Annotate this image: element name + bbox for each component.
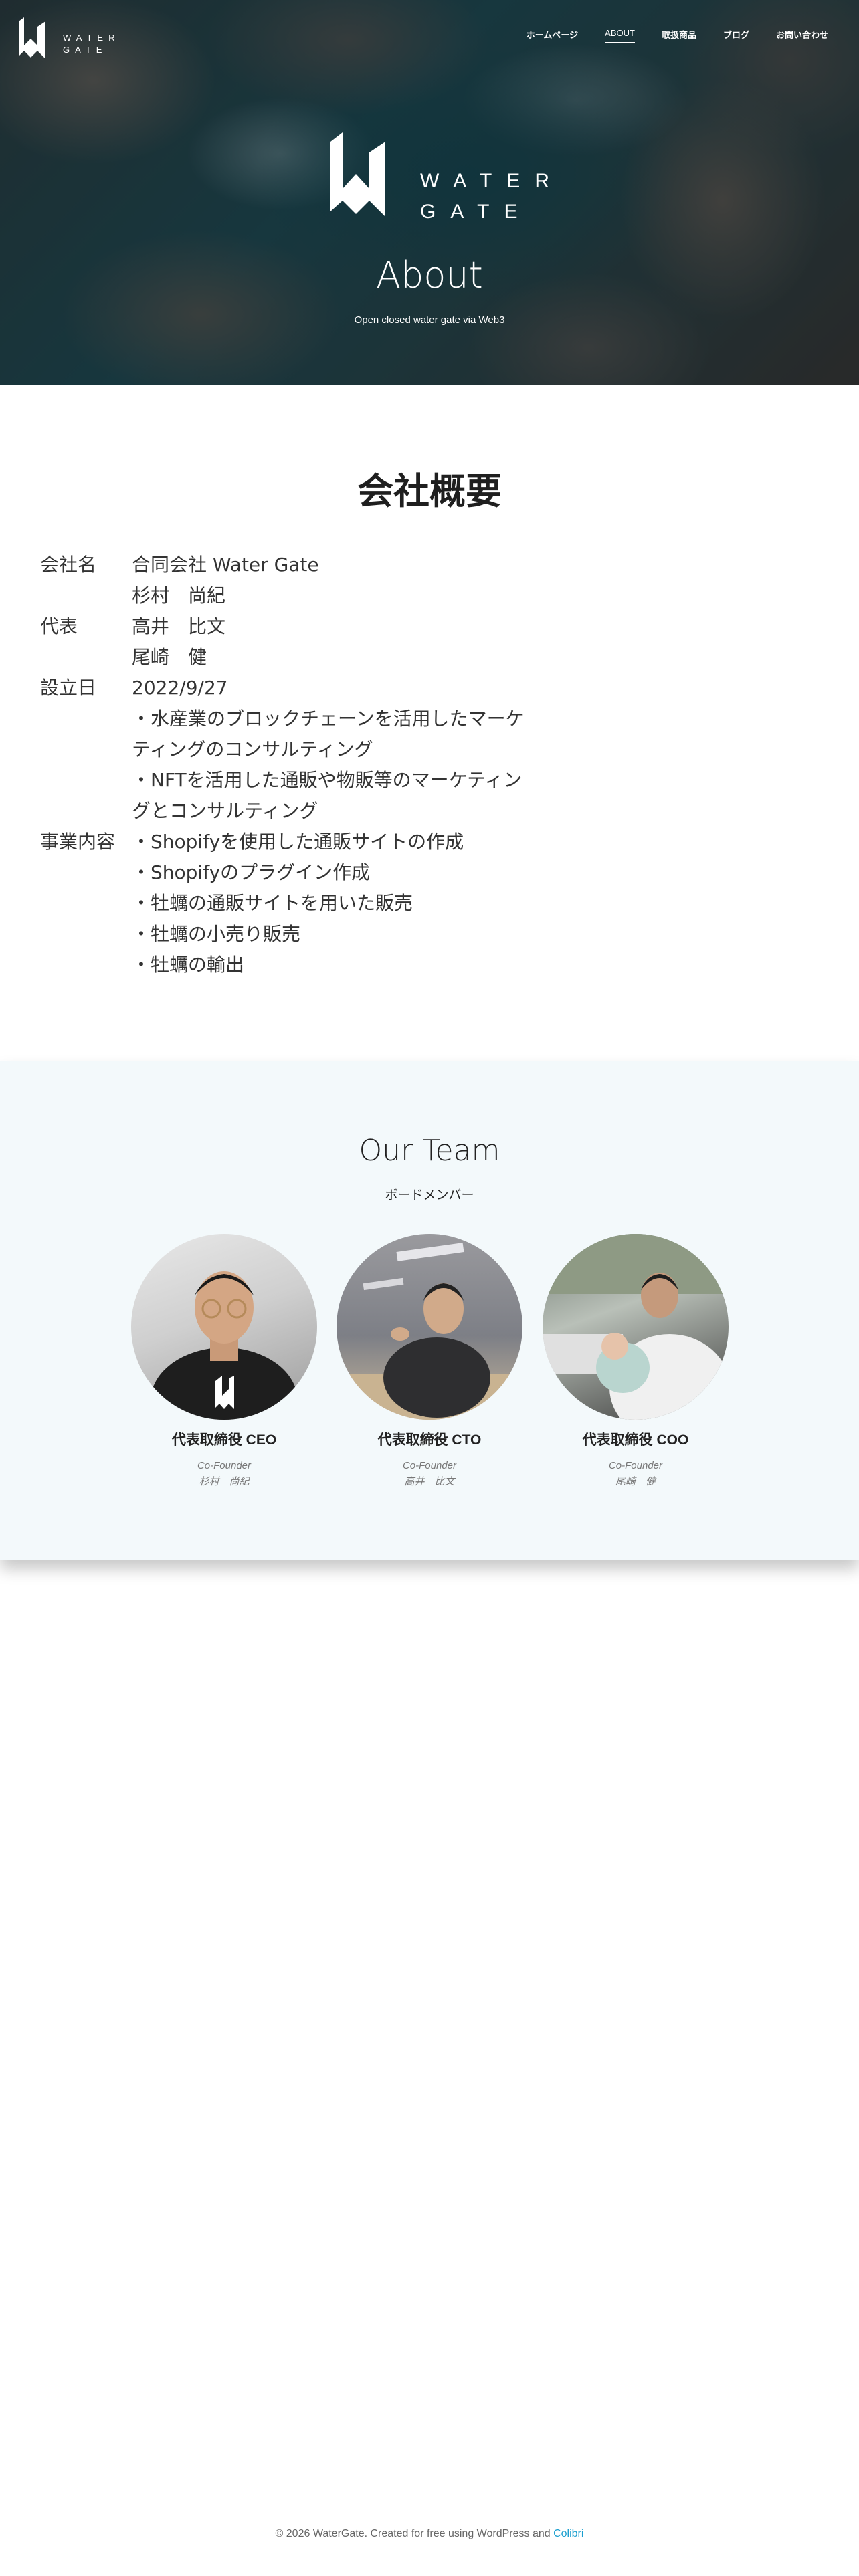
page-title: About [376, 254, 483, 296]
member-title: Co-Founder [197, 1460, 252, 1471]
row-representative: 代表 杉村 尚紀 高井 比文 尾崎 健 [40, 580, 549, 673]
nav-blog[interactable]: ブログ [723, 28, 749, 43]
nav-about[interactable]: ABOUT [605, 28, 635, 43]
business-label: 事業内容 [40, 831, 116, 853]
member-name: 高井 比文 [404, 1476, 455, 1487]
nav-contact[interactable]: お問い合わせ [776, 28, 828, 43]
member-title: Co-Founder [402, 1460, 457, 1471]
hero-logo-text: WATER GATE [420, 170, 564, 223]
business-item: ・水産業のブロックチェーンを活用したマーケ [132, 708, 524, 730]
business-item: ・牡蠣の小売り販売 [132, 923, 301, 945]
team-section: Our Team ボードメンバー 代表取締役 CEO Co-Founder 杉村… [0, 1061, 859, 1560]
row-company: 会社名 合同会社 Water Gate [40, 550, 549, 580]
footer-colibri-link[interactable]: Colibri [553, 2528, 583, 2539]
member-name: 尾崎 健 [615, 1476, 656, 1487]
business-item: ・NFTを活用した通販や物販等のマーケティン [132, 769, 522, 791]
row-founded: 設立日 2022/9/27 [40, 673, 549, 704]
business-item: ・牡蠣の通販サイトを用いた販売 [132, 892, 413, 914]
nav-home[interactable]: ホームページ [527, 28, 578, 43]
rep-name: 尾崎 健 [132, 646, 207, 668]
business-item: ・Shopifyを使用した通販サイトの作成 [132, 831, 464, 853]
team-title: Our Team [359, 1134, 500, 1168]
member-role: 代表取締役 CTO [377, 1432, 482, 1448]
row-business: 事業内容 ・水産業のブロックチェーンを活用したマーケ ティングのコンサルティング… [40, 704, 549, 980]
rep-name: 高井 比文 [132, 615, 226, 637]
footer-text: © 2026 WaterGate. Created for free using… [275, 2528, 554, 2539]
site-footer: © 2026 WaterGate. Created for free using… [0, 2528, 859, 2540]
business-item: ・Shopifyのプラグイン作成 [132, 861, 371, 883]
hero-logo: WATER GATE [326, 127, 549, 223]
nav-products[interactable]: 取扱商品 [662, 28, 696, 43]
rep-label: 代表 [40, 615, 78, 637]
team-member-ceo: 代表取締役 CEO Co-Founder 杉村 尚紀 [130, 1234, 318, 1488]
member-title: Co-Founder [608, 1460, 663, 1471]
water-gate-logo-icon [19, 17, 45, 59]
member-role: 代表取締役 COO [582, 1432, 689, 1448]
business-item: ティングのコンサルティング [132, 738, 373, 760]
company-overview-table: 会社名 合同会社 Water Gate 代表 杉村 尚紀 高井 比文 尾崎 健 … [40, 550, 549, 980]
company-value: 合同会社 Water Gate [132, 554, 319, 576]
overview-title: 会社概要 [357, 470, 502, 512]
business-item: ・牡蠣の輸出 [132, 954, 245, 976]
hero-section: WATER GATE ホームページ ABOUT 取扱商品 ブログ お問い合わせ … [0, 0, 859, 385]
team-member-cto: 代表取締役 CTO Co-Founder 高井 比文 [336, 1234, 523, 1488]
avatar-cto [337, 1234, 522, 1420]
member-name: 杉村 尚紀 [199, 1476, 250, 1487]
site-logo[interactable]: WATER GATE [16, 15, 130, 63]
company-label: 会社名 [40, 554, 97, 576]
rep-name: 杉村 尚紀 [132, 584, 226, 607]
main-nav: ホームページ ABOUT 取扱商品 ブログ お問い合わせ [527, 28, 828, 43]
avatar-coo [543, 1234, 729, 1420]
rep-names: 杉村 尚紀 高井 比文 尾崎 健 [132, 580, 549, 673]
water-gate-hero-icon [330, 132, 385, 217]
business-item: グとコンサルティング [132, 800, 318, 822]
founded-label: 設立日 [40, 677, 97, 699]
business-items: ・水産業のブロックチェーンを活用したマーケ ティングのコンサルティング ・NFT… [132, 704, 549, 980]
logo-text: WATER GATE [63, 33, 120, 55]
founded-value: 2022/9/27 [132, 677, 228, 699]
team-member-coo: 代表取締役 COO Co-Founder 尾崎 健 [542, 1234, 729, 1488]
member-role: 代表取締役 CEO [171, 1432, 277, 1448]
team-subtitle: ボードメンバー [385, 1188, 474, 1202]
hero-subtitle: Open closed water gate via Web3 [354, 314, 505, 326]
avatar-ceo [131, 1234, 317, 1420]
